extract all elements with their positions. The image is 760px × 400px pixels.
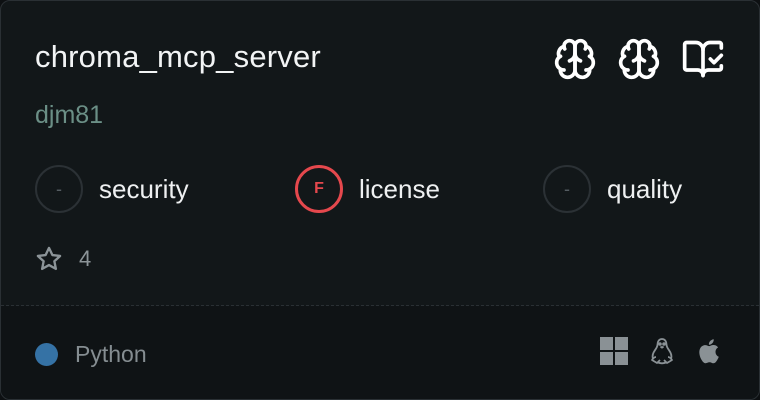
windows-icon [600,337,628,365]
score-security[interactable]: - security [35,165,189,213]
language-name: Python [75,341,147,367]
brain-icon [554,38,596,80]
score-label: quality [607,173,683,204]
brain-icon [618,38,660,80]
server-title[interactable]: chroma_mcp_server [35,39,321,75]
book-check-icon [682,40,724,78]
score-label: license [359,173,440,204]
star-icon [36,246,62,271]
card-footer: Python [1,306,759,399]
server-card[interactable]: chroma_mcp_server djm81 - security F lic… [0,0,760,400]
card-header: chroma_mcp_server djm81 - security F lic… [1,1,759,306]
grade-badge: F [295,165,343,213]
score-row: - security F license - quality [35,165,735,213]
linux-icon [651,338,673,365]
language: Python [35,341,147,368]
score-license[interactable]: F license [295,165,440,213]
language-dot [35,343,58,366]
score-quality[interactable]: - quality [543,165,682,213]
capability-icons [553,37,725,81]
stars-count: 4 [79,246,92,271]
stars: 4 [35,245,91,273]
author-link[interactable]: djm81 [35,101,103,130]
grade-badge: - [35,165,83,213]
platforms [599,336,725,366]
grade-badge: - [543,165,591,213]
score-label: security [99,173,189,204]
apple-icon [699,339,719,364]
